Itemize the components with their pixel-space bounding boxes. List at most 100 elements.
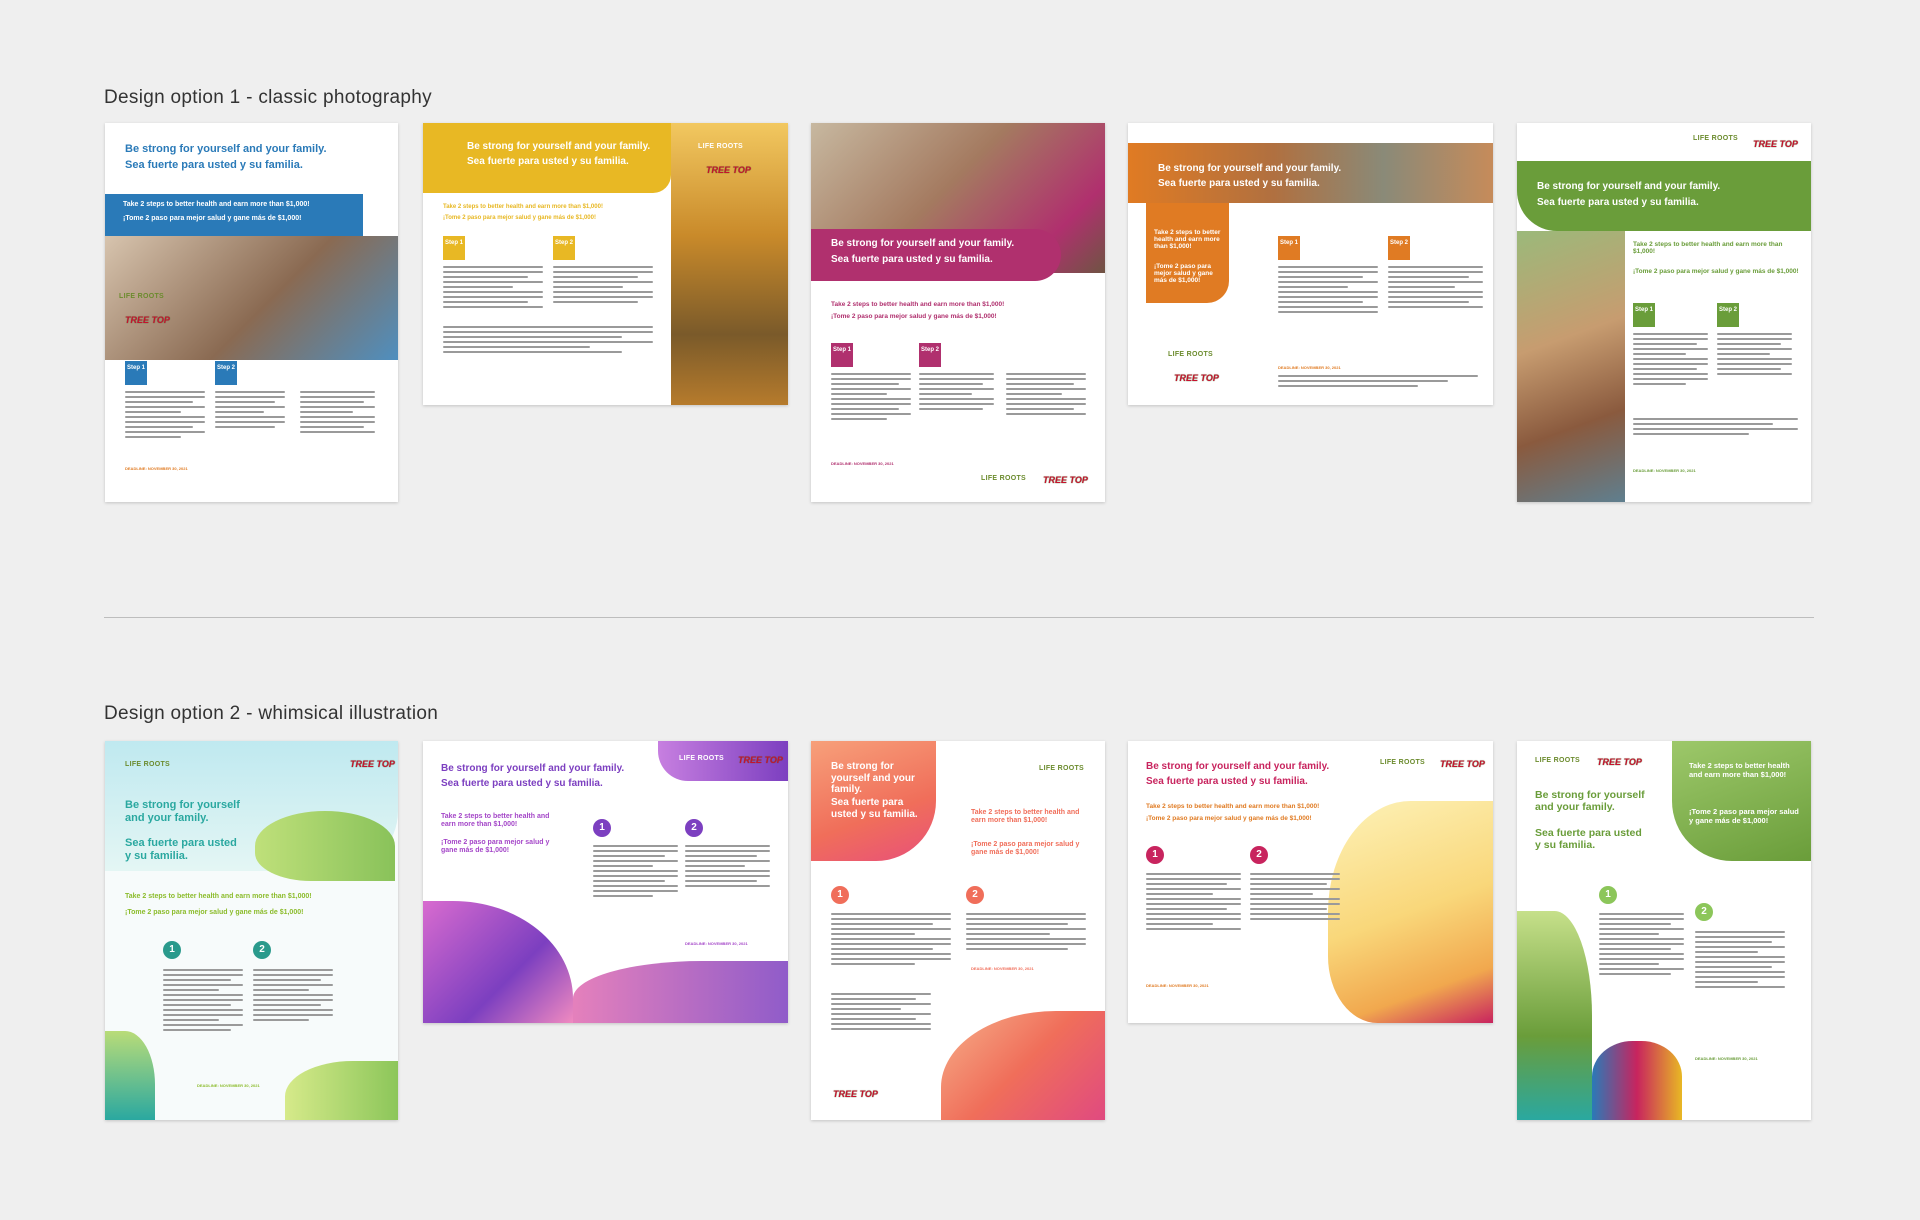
- liferoots-logo: LIFE ROOTS: [1168, 351, 1213, 358]
- step1-badge: Step 1: [125, 361, 147, 385]
- extra-copy: [300, 391, 375, 436]
- step2-circle: 2: [1250, 846, 1268, 864]
- step2-copy: [553, 266, 653, 306]
- step1-copy: [831, 913, 951, 968]
- headline-es: Sea fuerte para usted y su familia.: [1537, 197, 1699, 208]
- step1-copy: [1633, 333, 1708, 388]
- step2-badge: Step 2: [1388, 236, 1410, 260]
- step1-circle: 1: [831, 886, 849, 904]
- step2-copy: [215, 391, 285, 431]
- liferoots-logo: LIFE ROOTS: [1693, 135, 1738, 142]
- footer-copy: [1278, 375, 1478, 390]
- tagline-en: Take 2 steps to better health and earn m…: [1633, 241, 1783, 256]
- tagline-es: ¡Tome 2 paso para mejor salud y gane más…: [125, 909, 304, 916]
- step2-circle: 2: [1695, 903, 1713, 921]
- deadline: DEADLINE: NOVEMBER 30, 2021: [831, 461, 894, 466]
- treetop-logo: TREE TOP: [125, 315, 170, 325]
- tagline-en: Take 2 steps to better health and earn m…: [1689, 761, 1790, 779]
- section-divider: [104, 617, 1814, 618]
- liferoots-logo: LIFE ROOTS: [1380, 759, 1425, 766]
- headline-en: Be strong for yourself and your family.: [467, 141, 651, 152]
- step1-badge: Step 1: [443, 236, 465, 260]
- footer-copy: [443, 326, 653, 356]
- headline-es: Sea fuerte para usted y su familia.: [831, 797, 918, 820]
- headline-es: Sea fuerte para usted y su familia.: [467, 156, 629, 167]
- headline-en: Be strong for yourself and your family.: [441, 763, 625, 774]
- step2-circle: 2: [685, 819, 703, 837]
- tagline-en: Take 2 steps to better health and earn m…: [831, 301, 1005, 308]
- liferoots-logo: LIFE ROOTS: [1039, 765, 1084, 772]
- treetop-logo: TREE TOP: [738, 755, 783, 765]
- tagline-en: Take 2 steps to better health and earn m…: [1154, 229, 1221, 250]
- step1-badge: Step 1: [831, 343, 853, 367]
- step2-copy: [919, 373, 994, 413]
- liferoots-logo: LIFE ROOTS: [698, 143, 743, 150]
- treetop-logo: TREE TOP: [1043, 475, 1088, 485]
- step2-badge: Step 2: [215, 361, 237, 385]
- tagline-es: ¡Tome 2 paso para mejor salud y gane más…: [1633, 268, 1799, 275]
- header-band: [1517, 161, 1811, 231]
- step2-copy: [966, 913, 1086, 953]
- bush-illustration: [285, 1061, 398, 1120]
- tagline-en: Take 2 steps to better health and earn m…: [123, 201, 310, 208]
- step2-copy: [1250, 873, 1340, 923]
- tagline-es: ¡Tome 2 paso para mejor salud y gane más…: [443, 215, 596, 221]
- headline-es: Sea fuerte para usted y su familia.: [125, 159, 303, 171]
- step1-circle: 1: [1599, 886, 1617, 904]
- flyer-2-yellow[interactable]: Be strong for yourself and your family. …: [423, 123, 788, 405]
- step2-copy: [1695, 931, 1785, 991]
- headline-en: Be strong for yourself and your family.: [1158, 163, 1342, 174]
- treetop-logo: TREE TOP: [833, 1089, 878, 1099]
- illus-flyer-1-teal[interactable]: LIFE ROOTS TREE TOP Be strong for yourse…: [105, 741, 398, 1120]
- option2-title: Design option 2 - whimsical illustration: [104, 703, 439, 724]
- headline-en: Be strong for yourself and your family.: [125, 143, 327, 155]
- flyer-3-magenta[interactable]: Be strong for yourself and your family. …: [811, 123, 1105, 502]
- headline-es: Sea fuerte para usted y su familia.: [1158, 178, 1320, 189]
- playground-illustration: [941, 1011, 1105, 1120]
- hill-shape: [255, 811, 395, 881]
- tagline-es: ¡Tome 2 paso para mejor salud y gane más…: [1146, 815, 1312, 822]
- step2-copy: [1388, 266, 1483, 311]
- tagline-es: ¡Tome 2 paso para mejor salud y gane más…: [441, 839, 550, 855]
- treetop-logo: TREE TOP: [1597, 757, 1642, 767]
- treetop-logo: TREE TOP: [1440, 759, 1485, 769]
- flyer-5-green[interactable]: LIFE ROOTS TREE TOP Be strong for yourse…: [1517, 123, 1811, 502]
- tagline-es: ¡Tome 2 paso para mejor salud y gane más…: [1689, 807, 1799, 825]
- bottom-wave: [573, 961, 788, 1023]
- step2-circle: 2: [966, 886, 984, 904]
- illus-flyer-2-purple[interactable]: Be strong for yourself and your family. …: [423, 741, 788, 1023]
- step2-badge: Step 2: [1717, 303, 1739, 327]
- headline-en: Be strong for yourself and your family.: [1537, 181, 1721, 192]
- step1-badge: Step 1: [1633, 303, 1655, 327]
- tagline-en: Take 2 steps to better health and earn m…: [441, 813, 550, 829]
- illus-flyer-5-green[interactable]: Take 2 steps to better health and earn m…: [1517, 741, 1811, 1120]
- step1-copy: [831, 373, 911, 423]
- tagline-en: Take 2 steps to better health and earn m…: [443, 204, 603, 210]
- liferoots-logo: LIFE ROOTS: [119, 293, 164, 300]
- illus-flyer-3-coral[interactable]: Be strong for yourself and your family. …: [811, 741, 1105, 1120]
- tagline-en: Take 2 steps to better health and earn m…: [125, 893, 312, 900]
- flyer-4-orange[interactable]: Be strong for yourself and your family. …: [1128, 123, 1493, 405]
- liferoots-logo: LIFE ROOTS: [1535, 757, 1580, 764]
- tagline-es: ¡Tome 2 paso para mejor salud y gane más…: [971, 841, 1080, 857]
- flyer-1-blue[interactable]: Be strong for yourself and your family. …: [105, 123, 398, 502]
- headline-en: Be strong for yourself and your family.: [831, 238, 1015, 249]
- treetop-logo: TREE TOP: [1174, 373, 1219, 383]
- liferoots-logo: LIFE ROOTS: [981, 475, 1026, 482]
- family-illustration: [1592, 1041, 1682, 1120]
- mother-daughter-photo: [1517, 231, 1625, 502]
- extra-copy: [1006, 373, 1086, 418]
- step2-copy: [1717, 333, 1792, 378]
- footer-copy: [831, 993, 931, 1033]
- family-illustration: [1328, 801, 1493, 1023]
- treetop-logo: TREE TOP: [706, 165, 751, 175]
- option1-title: Design option 1 - classic photography: [104, 87, 432, 108]
- tagline-es: ¡Tome 2 paso para mejor salud y gane más…: [831, 313, 997, 320]
- corner-blob: [1672, 741, 1811, 861]
- deadline: DEADLINE: NOVEMBER 30, 2021: [1278, 365, 1341, 370]
- headline-es: Sea fuerte para usted y su familia.: [831, 254, 993, 265]
- headline-en: Be strong for yourself and your family.: [125, 799, 240, 824]
- illus-flyer-4-magenta[interactable]: Be strong for yourself and your family. …: [1128, 741, 1493, 1023]
- step1-copy: [1278, 266, 1378, 316]
- family-illustration: [423, 901, 573, 1023]
